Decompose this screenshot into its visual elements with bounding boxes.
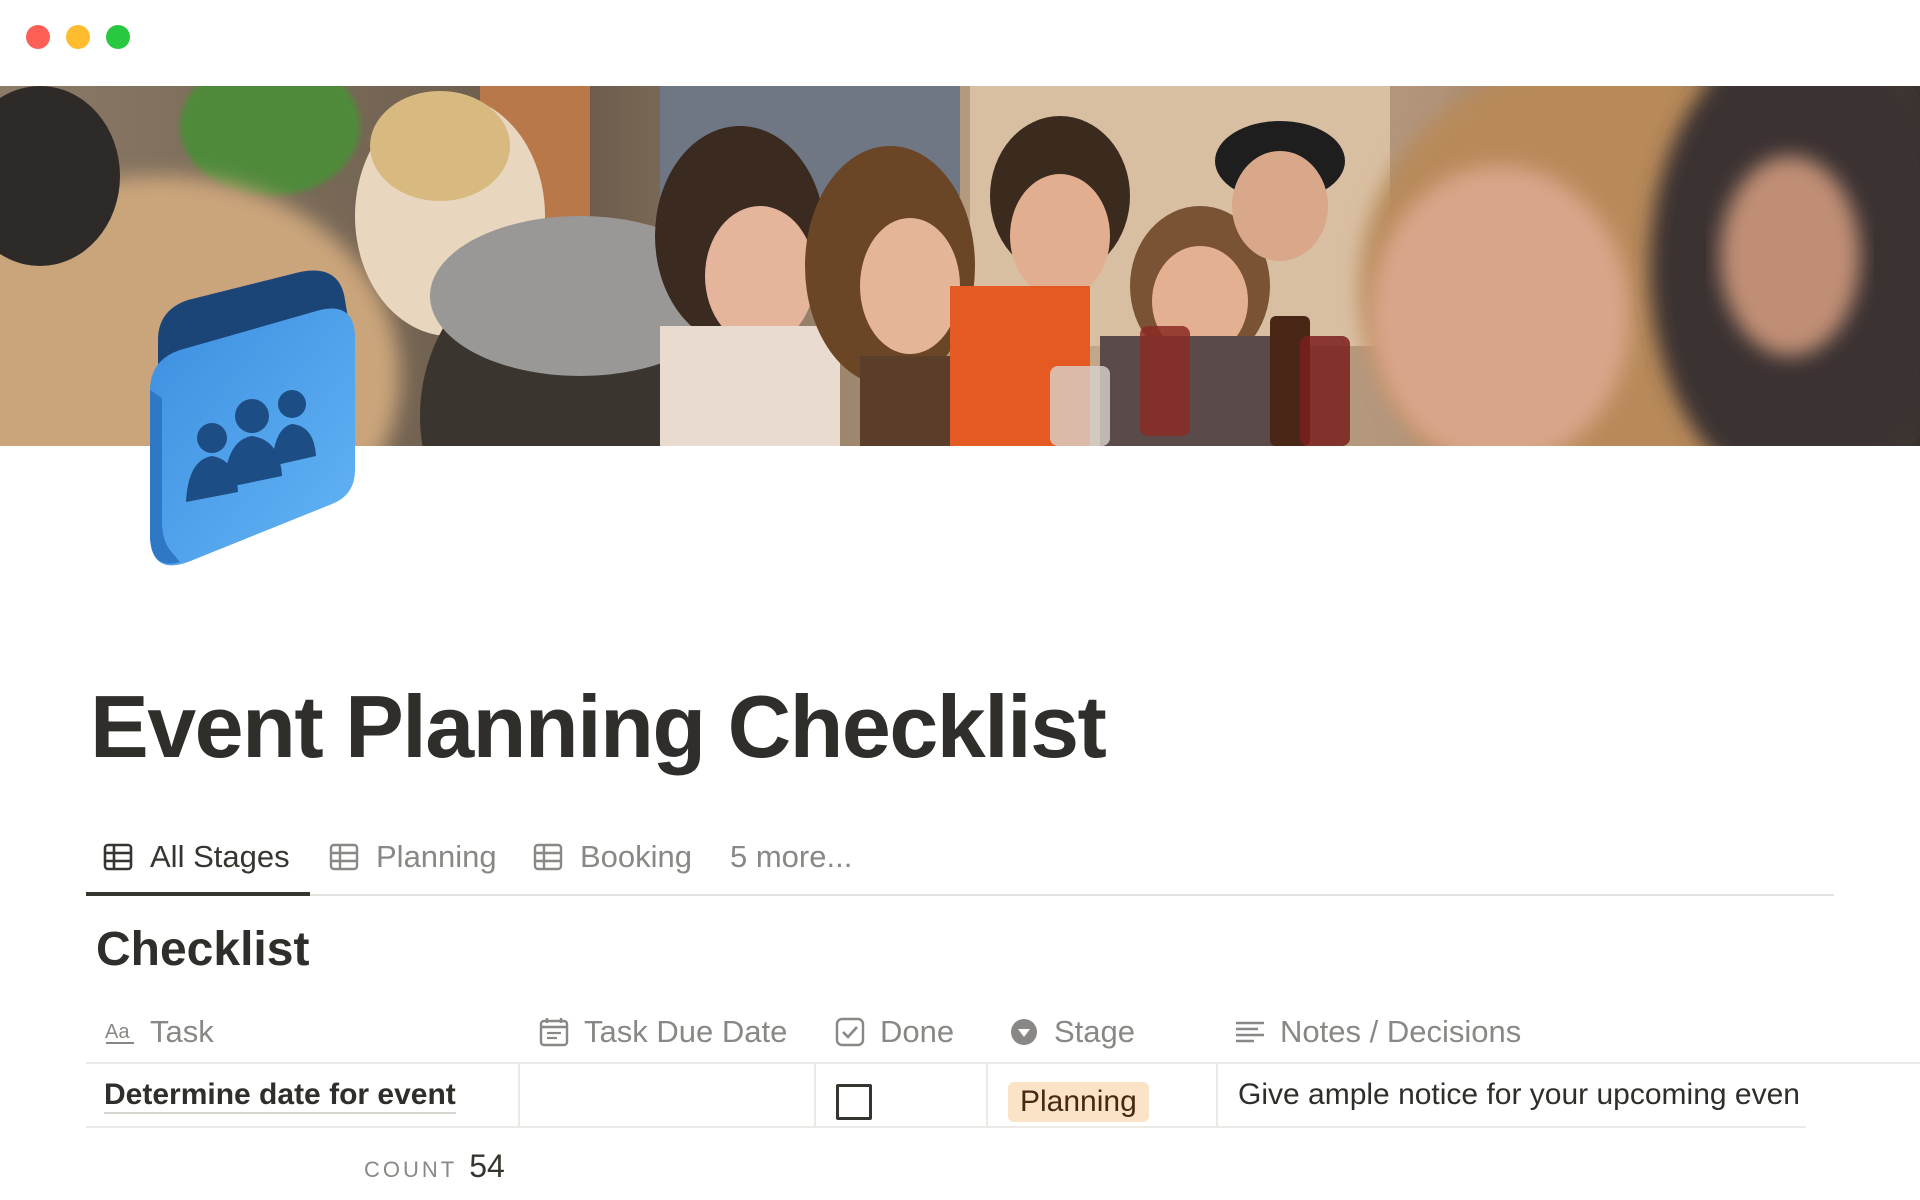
column-label: Task Due Date <box>584 1014 788 1049</box>
task-title[interactable]: Determine date for event <box>104 1078 456 1114</box>
window-titlebar <box>0 0 1920 86</box>
tab-label: Booking <box>580 839 693 874</box>
column-header-task-due-date[interactable]: Task Due Date <box>538 1010 787 1054</box>
column-label: Stage <box>1054 1014 1136 1049</box>
column-header-task[interactable]: Aa Task <box>104 1010 214 1054</box>
calendar-icon <box>539 1018 569 1047</box>
text-aa-icon: Aa <box>105 1021 134 1044</box>
notes-text: Give ample notice for your upcoming even <box>1238 1078 1800 1111</box>
count-label: COUNT <box>364 1157 458 1182</box>
column-label: Done <box>880 1014 955 1049</box>
column-label: Notes / Decisions <box>1280 1014 1522 1049</box>
count-value: 54 <box>469 1148 505 1184</box>
done-cell <box>816 1064 988 1126</box>
minimize-window-button[interactable] <box>66 25 90 49</box>
notes-cell[interactable]: Give ample notice for your upcoming even <box>1218 1064 1806 1126</box>
tab-more-views[interactable]: 5 more... <box>730 834 852 880</box>
text-lines-icon <box>1236 1021 1264 1043</box>
page-title[interactable]: Event Planning Checklist <box>90 676 1107 778</box>
tab-label: 5 more... <box>730 839 853 874</box>
table-icon <box>103 843 133 871</box>
maximize-window-button[interactable] <box>106 25 130 49</box>
page-folder-people-icon[interactable] <box>140 270 370 570</box>
done-checkbox[interactable] <box>836 1084 872 1120</box>
tab-label: All Stages <box>150 839 290 874</box>
active-tab-indicator <box>86 892 310 896</box>
task-cell[interactable]: Determine date for event <box>86 1064 520 1126</box>
table-icon <box>329 843 359 871</box>
table-row[interactable]: Determine date for event Planning Give a… <box>86 1064 1806 1128</box>
select-icon <box>1011 1019 1037 1045</box>
table-icon <box>533 843 563 871</box>
column-header-done[interactable]: Done <box>834 1010 954 1054</box>
tab-all-stages[interactable]: All Stages <box>102 834 290 880</box>
tab-label: Planning <box>376 839 497 874</box>
column-header-stage[interactable]: Stage <box>1008 1010 1135 1054</box>
view-tabs: All Stages Planning Booking 5 more... <box>86 820 1834 896</box>
tab-booking[interactable]: Booking <box>532 834 692 880</box>
svg-text:Aa: Aa <box>105 1021 130 1043</box>
column-header-notes-decisions[interactable]: Notes / Decisions <box>1234 1010 1521 1054</box>
row-count[interactable]: COUNT 54 <box>364 1148 505 1185</box>
table-header-row: Aa Task Task Due Date Done Stage Notes /… <box>86 1000 1920 1064</box>
database-title[interactable]: Checklist <box>96 922 309 977</box>
stage-tag: Planning <box>1008 1082 1149 1122</box>
stage-cell[interactable]: Planning <box>988 1064 1218 1126</box>
column-label: Task <box>150 1014 214 1049</box>
tab-planning[interactable]: Planning <box>328 834 497 880</box>
checkbox-icon <box>835 1017 865 1047</box>
due-date-cell[interactable] <box>520 1064 816 1126</box>
close-window-button[interactable] <box>26 25 50 49</box>
